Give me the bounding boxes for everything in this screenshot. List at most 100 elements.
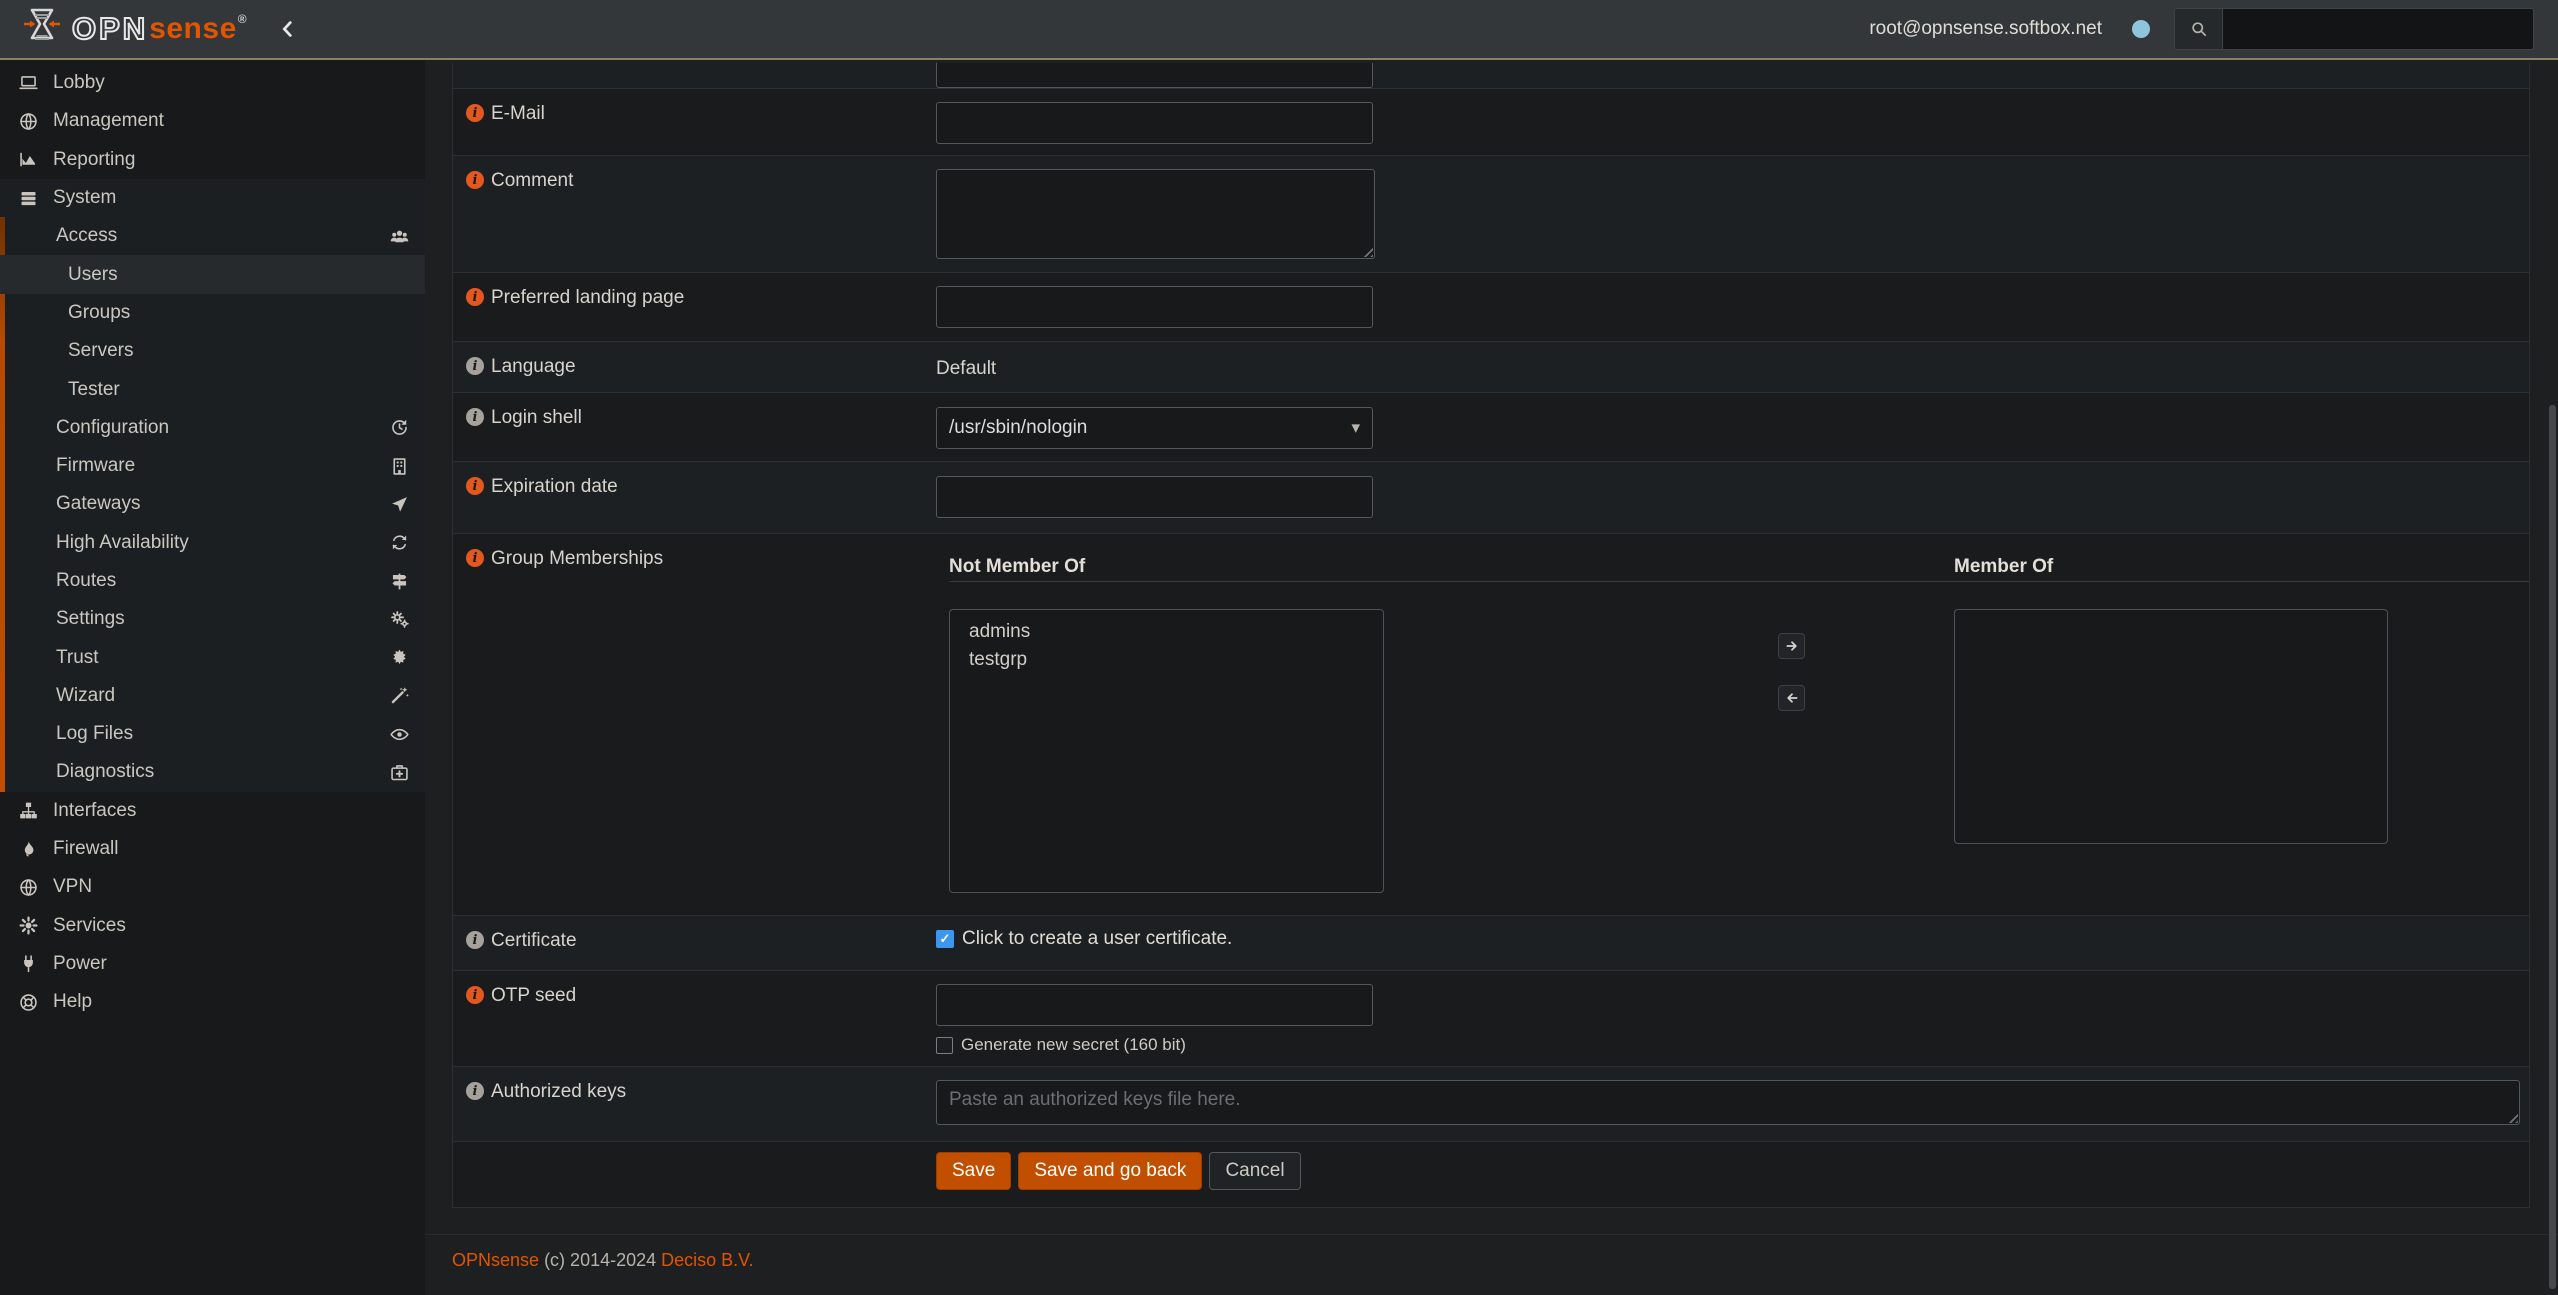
sidebar-item-access[interactable]: Access xyxy=(0,217,425,255)
field-label: Login shell xyxy=(491,407,582,429)
sidebar-item-log-files[interactable]: Log Files xyxy=(0,715,425,753)
sidebar-item-management[interactable]: Management xyxy=(0,102,425,140)
not-member-of-listbox[interactable]: admins testgrp xyxy=(949,609,1384,893)
login-shell-select[interactable]: /usr/sbin/nologin xyxy=(936,407,1373,449)
info-icon xyxy=(466,931,484,949)
sidebar-label: Settings xyxy=(56,608,125,630)
system-menu-group: System Access Users Groups Servers Teste… xyxy=(0,179,425,792)
save-button[interactable]: Save xyxy=(936,1152,1011,1190)
sidebar-label: High Availability xyxy=(56,532,189,554)
sidebar-label: Firewall xyxy=(53,838,118,860)
field-label: Certificate xyxy=(491,930,577,952)
certificate-icon xyxy=(389,647,410,668)
sidebar-label: Lobby xyxy=(53,72,105,94)
opnsense-footer-link[interactable]: OPNsense xyxy=(452,1250,539,1270)
sidebar-item-trust[interactable]: Trust xyxy=(0,638,425,676)
form-row-group-memberships: Group Memberships Not Member Of Member O… xyxy=(453,534,2529,916)
sidebar-item-servers[interactable]: Servers xyxy=(0,332,425,370)
comment-textarea[interactable] xyxy=(936,169,1375,259)
search-input[interactable] xyxy=(2223,9,2533,49)
info-icon xyxy=(466,171,484,189)
sidebar-item-diagnostics[interactable]: Diagnostics xyxy=(0,753,425,791)
sidebar-item-users[interactable]: Users xyxy=(0,255,425,293)
sidebar-item-system[interactable]: System xyxy=(0,179,425,217)
opnsense-logo[interactable]: OPNsense® xyxy=(0,6,247,53)
sidebar-item-interfaces[interactable]: Interfaces xyxy=(0,792,425,830)
sidebar-item-groups[interactable]: Groups xyxy=(0,294,425,332)
form-row-expiration: Expiration date xyxy=(453,462,2529,534)
remove-from-group-button[interactable] xyxy=(1778,685,1805,711)
cancel-button[interactable]: Cancel xyxy=(1209,1152,1300,1190)
registered-mark: ® xyxy=(238,12,247,26)
field-label: Language xyxy=(491,356,576,378)
otp-seed-input[interactable] xyxy=(936,984,1373,1026)
sidebar-label: Help xyxy=(53,991,92,1013)
group-option[interactable]: admins xyxy=(950,618,1383,646)
eye-icon xyxy=(389,724,410,745)
sidebar-item-configuration[interactable]: Configuration xyxy=(0,409,425,447)
info-icon xyxy=(466,357,484,375)
sidebar-label: Tester xyxy=(68,379,120,401)
form-row-email: E-Mail xyxy=(453,89,2529,156)
sidebar-item-routes[interactable]: Routes xyxy=(0,562,425,600)
sidebar-label: Wizard xyxy=(56,685,115,707)
expiration-date-input[interactable] xyxy=(936,476,1373,518)
form-row-scrolled xyxy=(453,63,2529,89)
global-search xyxy=(2174,8,2534,50)
form-row-comment: Comment xyxy=(453,156,2529,273)
chevron-left-icon xyxy=(277,18,299,40)
sidebar-label: Reporting xyxy=(53,149,135,171)
landing-page-input[interactable] xyxy=(936,286,1373,328)
field-label: OTP seed xyxy=(491,985,576,1007)
authorized-keys-textarea[interactable] xyxy=(936,1080,2520,1125)
not-member-heading: Not Member Of xyxy=(949,556,1085,578)
brand-opn: OPN xyxy=(72,11,148,47)
vertical-scrollbar-thumb[interactable] xyxy=(2549,405,2556,1289)
selected-shell: /usr/sbin/nologin xyxy=(949,417,1087,439)
building-icon xyxy=(389,456,410,477)
sidebar-item-wizard[interactable]: Wizard xyxy=(0,677,425,715)
add-to-group-button[interactable] xyxy=(1778,633,1805,659)
scrolled-input[interactable] xyxy=(936,63,1373,88)
sidebar-label: Gateways xyxy=(56,493,140,515)
sidebar-item-help[interactable]: Help xyxy=(0,983,425,1021)
sidebar-label: Diagnostics xyxy=(56,761,154,783)
sidebar-item-settings[interactable]: Settings xyxy=(0,600,425,638)
life-ring-icon xyxy=(15,992,41,1013)
info-icon xyxy=(466,1082,484,1100)
sidebar-item-services[interactable]: Services xyxy=(0,907,425,945)
email-input[interactable] xyxy=(936,102,1373,144)
sidebar-item-firmware[interactable]: Firmware xyxy=(0,447,425,485)
globe-icon xyxy=(15,877,41,898)
form-row-authorized-keys: Authorized keys xyxy=(453,1067,2529,1142)
create-certificate-checkbox[interactable]: ✓ xyxy=(936,930,954,948)
location-arrow-icon xyxy=(389,494,410,515)
group-option[interactable]: testgrp xyxy=(950,646,1383,674)
search-icon xyxy=(2175,9,2223,49)
medkit-icon xyxy=(389,762,410,783)
save-and-go-back-button[interactable]: Save and go back xyxy=(1018,1152,1202,1190)
form-row-otp-seed: OTP seed Generate new secret (160 bit) xyxy=(453,971,2529,1067)
sidebar-item-power[interactable]: Power xyxy=(0,945,425,983)
sidebar-item-vpn[interactable]: VPN xyxy=(0,868,425,906)
info-icon xyxy=(466,477,484,495)
sidebar-collapse-button[interactable] xyxy=(273,14,303,44)
map-signs-icon xyxy=(389,571,410,592)
plug-icon xyxy=(15,953,41,974)
cogs-icon xyxy=(389,609,410,630)
sidebar-item-gateways[interactable]: Gateways xyxy=(0,485,425,523)
form-row-login-shell: Login shell /usr/sbin/nologin xyxy=(453,393,2529,462)
generate-secret-checkbox[interactable] xyxy=(936,1037,953,1054)
footer-divider xyxy=(425,1234,2558,1235)
deciso-footer-link[interactable]: Deciso B.V. xyxy=(661,1250,753,1270)
sidebar-item-firewall[interactable]: Firewall xyxy=(0,830,425,868)
member-of-listbox[interactable] xyxy=(1954,609,2388,844)
sidebar-item-reporting[interactable]: Reporting xyxy=(0,141,425,179)
language-value: Default xyxy=(936,358,2529,380)
sidebar-item-high-availability[interactable]: High Availability xyxy=(0,524,425,562)
sidebar-label: Power xyxy=(53,953,107,975)
brand-sense: sense® xyxy=(149,12,247,46)
sidebar-item-tester[interactable]: Tester xyxy=(0,370,425,408)
gear-icon xyxy=(15,915,41,936)
sidebar-item-lobby[interactable]: Lobby xyxy=(0,64,425,102)
